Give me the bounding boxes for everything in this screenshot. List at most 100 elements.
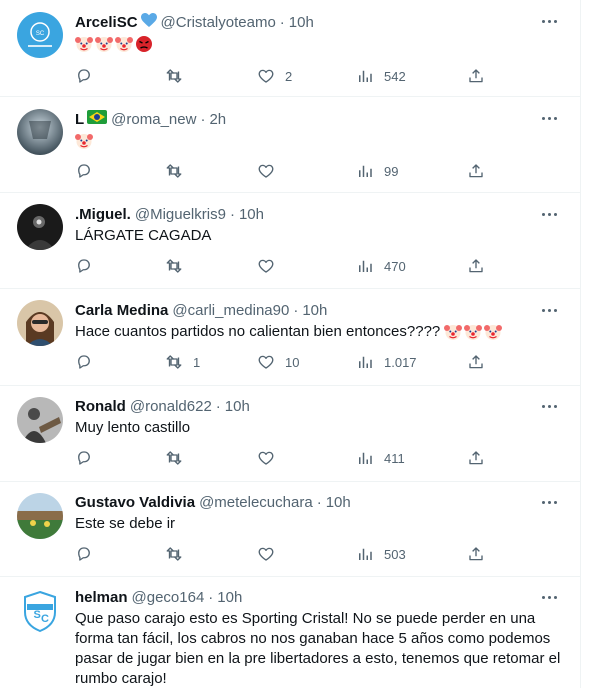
tweet-text: LÁRGATE CAGADA — [75, 227, 212, 244]
heart-icon — [258, 164, 274, 178]
handle[interactable]: @geco164 — [132, 589, 205, 607]
reply-icon — [78, 259, 90, 273]
retweet-icon — [166, 355, 182, 369]
share-icon — [469, 69, 483, 83]
retweet-button[interactable] — [165, 256, 193, 276]
avatar[interactable] — [17, 397, 63, 443]
tweet-actions: 470 — [75, 256, 495, 276]
timestamp[interactable]: 10h — [289, 14, 314, 32]
avatar[interactable] — [17, 109, 63, 155]
more-options-icon[interactable] — [541, 205, 559, 223]
more-options-icon[interactable] — [541, 301, 559, 319]
reply-button[interactable] — [75, 66, 103, 86]
tweet-actions: 2 542 — [75, 66, 495, 86]
avatar[interactable]: SC — [17, 588, 63, 634]
tweet[interactable]: Ronald @ronald622 · 10h Muy lento castil… — [0, 386, 581, 482]
avatar[interactable] — [17, 300, 63, 346]
handle[interactable]: @roma_new — [111, 111, 196, 129]
avatar[interactable] — [17, 204, 63, 250]
share-button[interactable] — [467, 256, 485, 276]
display-name[interactable]: Carla Medina — [75, 302, 168, 320]
views-button[interactable]: 542 — [356, 66, 406, 86]
tweet-text: Hace cuantos partidos no calientan bien … — [75, 322, 555, 342]
tweet[interactable]: SC ArceliSC @Cristalyoteamo · 10h 2 542 — [0, 0, 581, 97]
more-options-icon[interactable] — [541, 588, 559, 606]
like-button[interactable] — [257, 448, 285, 468]
views-button[interactable]: 1.017 — [356, 352, 417, 372]
reply-button[interactable] — [75, 448, 103, 468]
handle[interactable]: @metelecuchara — [199, 494, 313, 512]
display-name[interactable]: helman — [75, 589, 128, 607]
reply-button[interactable] — [75, 256, 103, 276]
reply-feed: SC ArceliSC @Cristalyoteamo · 10h 2 542 … — [0, 0, 581, 688]
retweet-button[interactable] — [165, 448, 193, 468]
avatar[interactable]: SC — [17, 12, 63, 58]
more-options-icon[interactable] — [541, 397, 559, 415]
retweet-button[interactable] — [165, 161, 193, 181]
timestamp[interactable]: 10h — [326, 494, 351, 512]
tweet[interactable]: L @roma_new · 2h 99 — [0, 97, 581, 193]
more-options-icon[interactable] — [541, 493, 559, 511]
bar-chart-icon — [359, 452, 372, 464]
share-button[interactable] — [467, 352, 485, 372]
retweet-icon — [166, 164, 182, 178]
share-button[interactable] — [467, 544, 485, 564]
reply-button[interactable] — [75, 544, 103, 564]
handle[interactable]: @ronald622 — [130, 398, 212, 416]
views-button[interactable]: 99 — [356, 161, 398, 181]
like-button[interactable]: 10 — [257, 352, 299, 372]
retweet-button[interactable] — [165, 66, 193, 86]
like-button[interactable] — [257, 161, 285, 181]
clown-face-icon — [484, 325, 503, 341]
views-button[interactable]: 411 — [356, 448, 405, 468]
display-name[interactable]: ArceliSC — [75, 14, 138, 32]
view-count: 411 — [384, 450, 405, 466]
retweet-icon — [166, 69, 182, 83]
avatar[interactable] — [17, 493, 63, 539]
bar-chart-icon — [359, 165, 372, 177]
timestamp[interactable]: 10h — [302, 302, 327, 320]
share-button[interactable] — [467, 66, 485, 86]
tweet-header: .Miguel. @Miguelkris9 · 10h — [75, 206, 264, 224]
tweet[interactable]: Gustavo Valdivia @metelecuchara · 10h Es… — [0, 482, 581, 577]
separator-dot: · — [293, 302, 299, 319]
clown-face-icon — [95, 37, 113, 53]
display-name[interactable]: .Miguel. — [75, 206, 131, 224]
separator-dot: · — [316, 494, 322, 511]
timestamp[interactable]: 10h — [239, 206, 264, 224]
retweet-button[interactable] — [165, 544, 193, 564]
reply-button[interactable] — [75, 352, 103, 372]
like-button[interactable]: 2 — [257, 66, 292, 86]
heart-icon — [258, 259, 274, 273]
more-options-icon[interactable] — [541, 12, 559, 30]
retweet-button[interactable]: 1 — [165, 352, 200, 372]
handle[interactable]: @Miguelkris9 — [135, 206, 226, 224]
like-button[interactable] — [257, 256, 285, 276]
display-name[interactable]: Ronald — [75, 398, 126, 416]
tweet[interactable]: SC helman @geco164 · 10h Que paso carajo… — [0, 577, 581, 688]
timestamp[interactable]: 10h — [217, 589, 242, 607]
tweet-text: Que paso carajo esto es Sporting Cristal… — [75, 610, 561, 687]
handle[interactable]: @carli_medina90 — [172, 302, 289, 320]
clown-face-icon — [464, 325, 483, 341]
timestamp[interactable]: 10h — [225, 398, 250, 416]
handle[interactable]: @Cristalyoteamo — [161, 14, 276, 32]
like-button[interactable] — [257, 544, 285, 564]
display-name[interactable]: L — [75, 111, 84, 129]
reply-icon — [78, 164, 90, 178]
tweet-header: Gustavo Valdivia @metelecuchara · 10h — [75, 494, 351, 512]
separator-dot: · — [215, 398, 221, 415]
heart-icon — [258, 69, 274, 83]
views-button[interactable]: 470 — [356, 256, 406, 276]
timestamp[interactable]: 2h — [209, 111, 226, 129]
more-options-icon[interactable] — [541, 109, 559, 127]
tweet[interactable]: .Miguel. @Miguelkris9 · 10h LÁRGATE CAGA… — [0, 193, 581, 289]
tweet[interactable]: Carla Medina @carli_medina90 · 10h Hace … — [0, 289, 581, 386]
share-button[interactable] — [467, 448, 485, 468]
display-name[interactable]: Gustavo Valdivia — [75, 494, 195, 512]
tweet-header: helman @geco164 · 10h — [75, 589, 242, 607]
reply-button[interactable] — [75, 161, 103, 181]
retweet-icon — [166, 547, 182, 561]
views-button[interactable]: 503 — [356, 544, 406, 564]
share-button[interactable] — [467, 161, 485, 181]
